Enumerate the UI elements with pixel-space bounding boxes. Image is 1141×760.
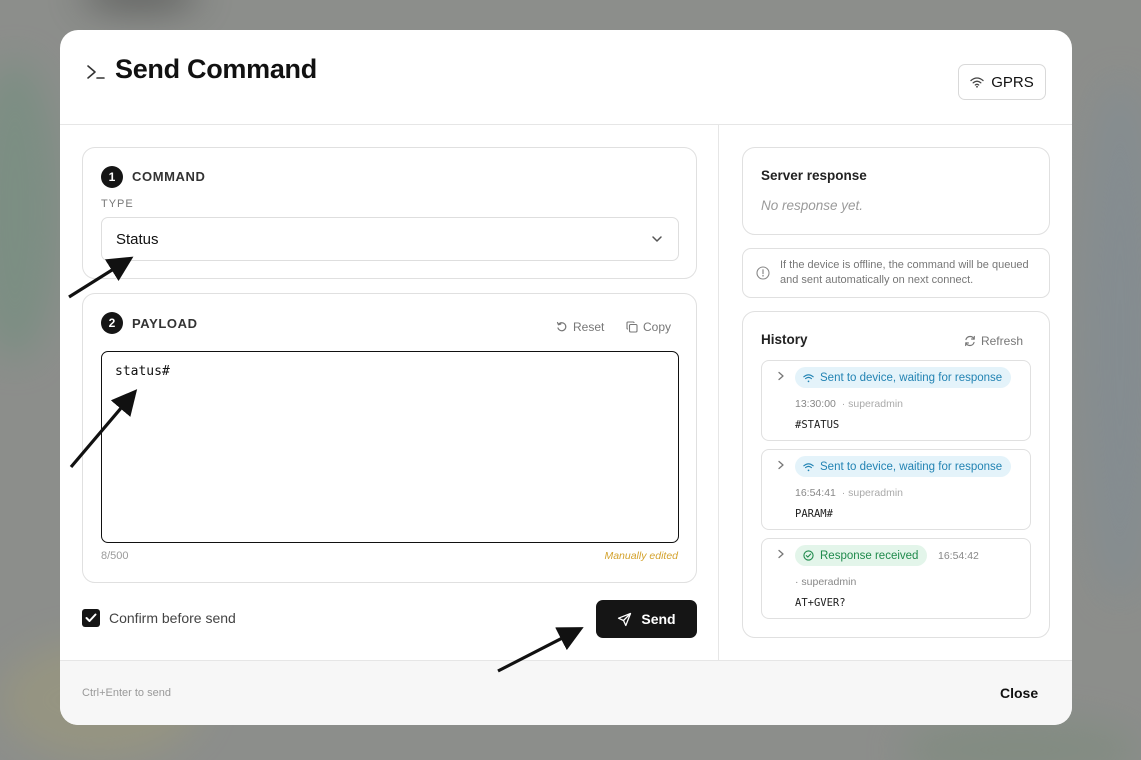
- payload-section-label: PAYLOAD: [132, 316, 198, 331]
- history-meta: 13:30:00 · superadmin: [795, 398, 903, 410]
- offline-info-note: If the device is offline, the command wi…: [742, 248, 1050, 298]
- wifi-icon: [970, 77, 984, 88]
- server-response-title: Server response: [761, 168, 867, 183]
- history-time: 13:30:00: [795, 398, 836, 410]
- history-time: 16:54:41: [795, 487, 836, 499]
- payload-textarea[interactable]: status#: [101, 351, 679, 543]
- info-icon: [756, 266, 770, 280]
- command-type-value: Status: [116, 230, 159, 248]
- type-label: TYPE: [101, 198, 134, 210]
- history-command: PARAM#: [795, 508, 833, 520]
- chevron-right-icon[interactable]: [776, 549, 786, 559]
- status-text: Sent to device, waiting for response: [820, 460, 1003, 473]
- send-button[interactable]: Send: [596, 600, 697, 638]
- history-user: · superadmin: [841, 487, 903, 499]
- step-number-1: 1: [101, 166, 123, 188]
- dialog-title: Send Command: [115, 54, 317, 84]
- refresh-button[interactable]: Refresh: [964, 334, 1023, 348]
- chevron-right-icon[interactable]: [776, 371, 786, 381]
- refresh-label: Refresh: [980, 334, 1023, 348]
- send-label: Send: [641, 611, 676, 627]
- checkmark-icon: [85, 613, 97, 622]
- chevron-right-icon[interactable]: [776, 460, 786, 470]
- refresh-icon: [965, 335, 975, 347]
- terminal-icon: [87, 65, 105, 79]
- status-badge: Response received: [795, 545, 928, 566]
- offline-info-text: If the device is offline, the command wi…: [780, 259, 1029, 286]
- step-number-2: 2: [101, 312, 123, 334]
- history-meta: 16:54:41 · superadmin: [795, 487, 903, 499]
- history-card: History Refresh Sent to device, waiting …: [742, 311, 1050, 638]
- history-command: #STATUS: [795, 419, 840, 431]
- command-panel: 1 COMMAND TYPE Status 2 PAYLOAD Reset Co…: [60, 125, 719, 660]
- keyboard-hint: Ctrl+Enter to send: [82, 687, 171, 699]
- command-type-select[interactable]: Status: [101, 217, 679, 261]
- connection-type-button[interactable]: GPRS: [958, 64, 1046, 100]
- status-text: Sent to device, waiting for response: [820, 371, 1003, 384]
- character-counter: 8/500: [101, 550, 129, 562]
- history-command: AT+GVER?: [795, 597, 846, 609]
- server-response-empty: No response yet.: [761, 198, 864, 213]
- status-text: Response received: [820, 549, 919, 562]
- history-user: · superadmin: [841, 398, 903, 410]
- server-response-card: Server response No response yet.: [742, 147, 1050, 235]
- reset-icon: [556, 321, 567, 332]
- history-time: 16:54:42: [938, 550, 979, 562]
- reset-button[interactable]: Reset: [556, 320, 604, 334]
- command-section: 1 COMMAND TYPE Status: [82, 147, 697, 279]
- close-button[interactable]: Close: [1000, 685, 1038, 701]
- connection-type-label: GPRS: [991, 73, 1034, 91]
- copy-button[interactable]: Copy: [626, 320, 671, 334]
- confirm-checkbox[interactable]: [82, 609, 100, 627]
- chevron-down-icon: [652, 236, 662, 242]
- send-command-dialog: Send Command GPRS 1 COMMAND TYPE Status: [60, 30, 1072, 725]
- copy-label: Copy: [643, 320, 672, 334]
- check-circle-icon: [803, 550, 814, 561]
- confirm-label: Confirm before send: [109, 610, 236, 626]
- dialog-footer: Ctrl+Enter to send Close: [60, 660, 1072, 725]
- status-badge: Sent to device, waiting for response: [795, 456, 1012, 477]
- wifi-icon: [803, 373, 814, 382]
- history-user: · superadmin: [795, 576, 857, 588]
- payload-section: 2 PAYLOAD Reset Copy status# 8/500 Manua…: [82, 293, 697, 583]
- wifi-icon: [803, 462, 814, 471]
- send-icon: [618, 612, 632, 626]
- response-panel: Server response No response yet. If the …: [720, 125, 1072, 660]
- history-item[interactable]: Sent to device, waiting for response 13:…: [761, 360, 1031, 441]
- status-badge: Sent to device, waiting for response: [795, 367, 1012, 388]
- history-item[interactable]: Response received 16:54:42 · superadmin …: [761, 538, 1031, 619]
- confirm-before-send[interactable]: Confirm before send: [82, 609, 236, 627]
- reset-label: Reset: [573, 320, 605, 334]
- dialog-header: Send Command GPRS: [60, 30, 1072, 125]
- command-section-label: COMMAND: [132, 169, 206, 184]
- copy-icon: [626, 321, 638, 333]
- history-title: History: [761, 332, 808, 347]
- manually-edited-note: Manually edited: [604, 550, 678, 562]
- history-item[interactable]: Sent to device, waiting for response 16:…: [761, 449, 1031, 530]
